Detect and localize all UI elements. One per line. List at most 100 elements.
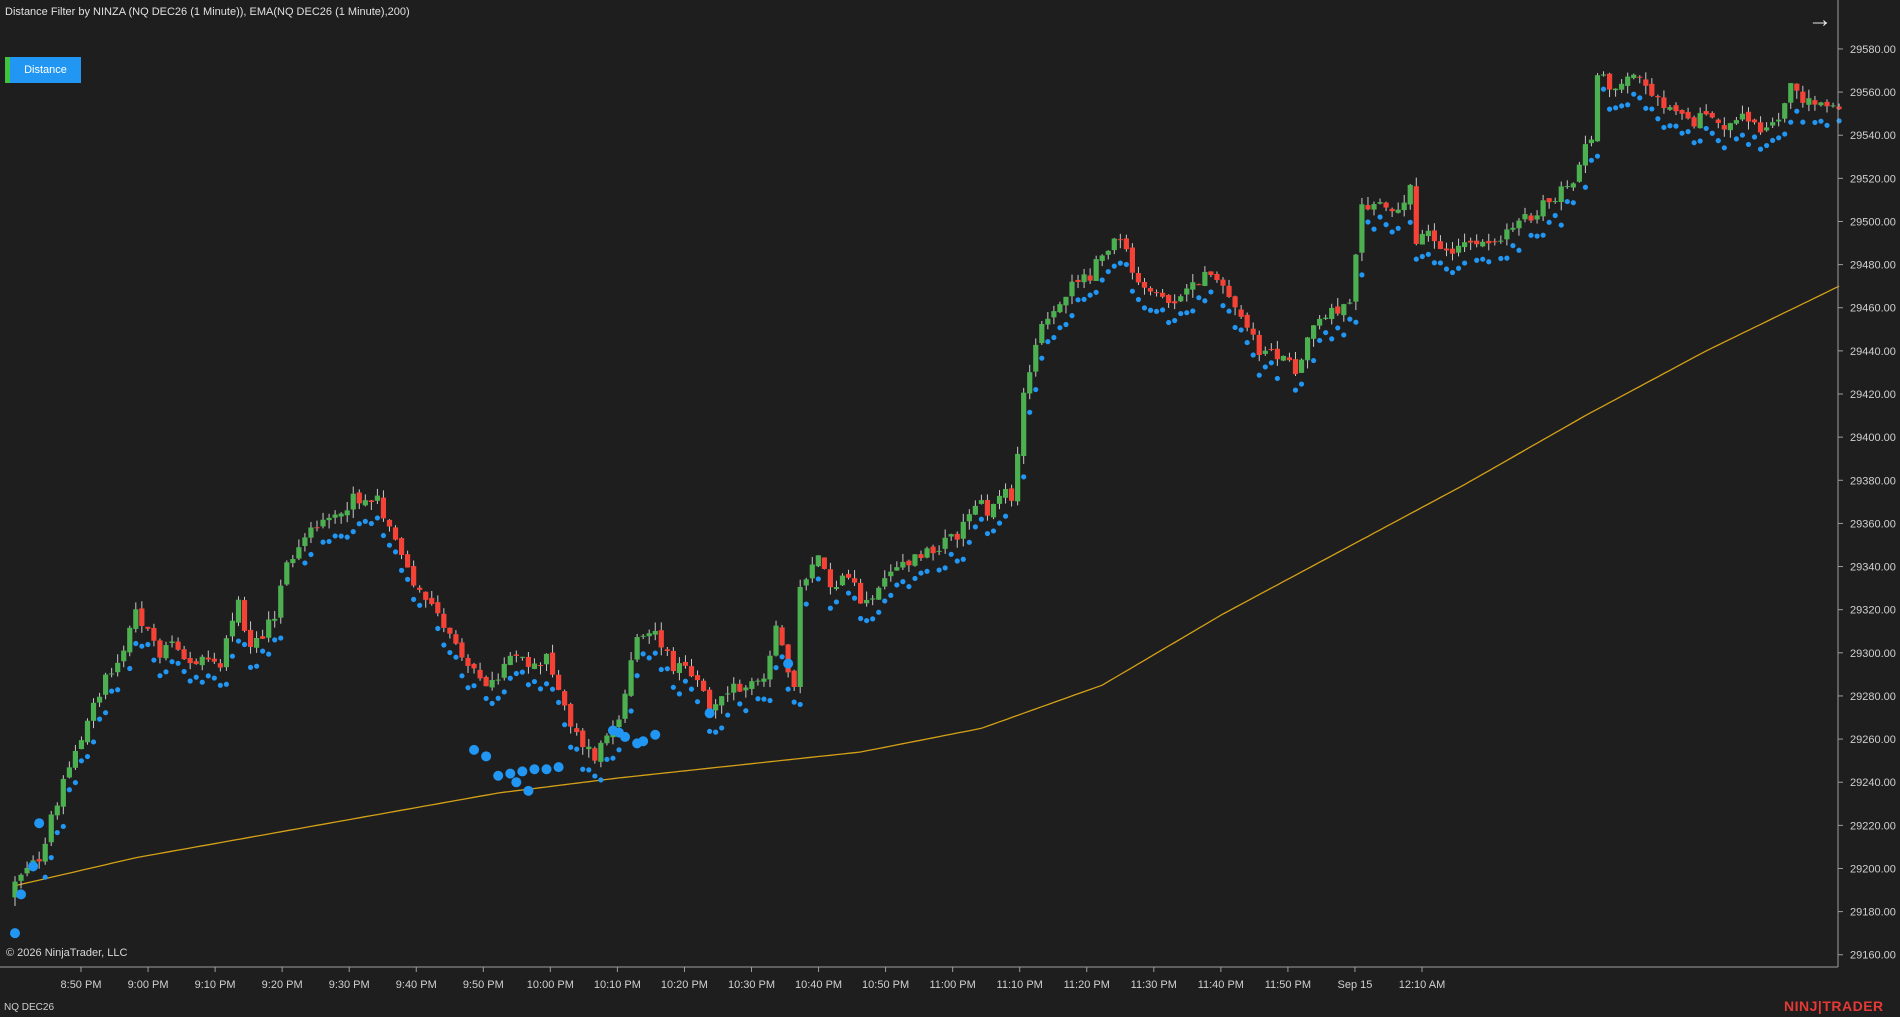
distance-dot — [942, 565, 948, 571]
distance-dot — [960, 556, 966, 562]
candle-body — [1250, 328, 1256, 335]
candle-body — [725, 693, 731, 695]
distance-dot — [1631, 91, 1637, 97]
distance-dot — [858, 615, 864, 622]
candle-body — [398, 538, 405, 555]
candle-body — [1160, 292, 1166, 297]
candle-body — [700, 680, 707, 691]
distance-dot — [1323, 329, 1329, 336]
x-tick-label: 11:20 PM — [1064, 979, 1110, 991]
candle-body — [882, 578, 888, 587]
candle-body — [1643, 79, 1649, 86]
candle-body — [1691, 117, 1697, 127]
candle-body — [1323, 317, 1329, 319]
distance-dot — [211, 675, 217, 681]
candle-body — [1534, 215, 1540, 220]
candle-body — [779, 627, 785, 646]
candle-body — [1045, 318, 1051, 325]
distance-dot — [773, 665, 779, 671]
candle-body — [755, 680, 761, 682]
distance-dot — [453, 654, 459, 660]
distance-dot — [785, 686, 791, 692]
candle-body — [1335, 306, 1341, 314]
distance-signal-dot — [783, 658, 794, 669]
y-tick-label: 29440.00 — [1850, 346, 1896, 358]
candle-body — [1365, 205, 1371, 210]
distance-signal-dot — [517, 766, 528, 777]
y-tick-label: 29320.00 — [1850, 605, 1896, 617]
distance-dot — [1039, 355, 1045, 361]
distance-dot — [1057, 325, 1063, 331]
candle-body — [1449, 248, 1456, 254]
distance-dot — [205, 673, 211, 679]
candle-body — [1292, 359, 1299, 375]
candle-body — [380, 497, 387, 519]
candle-body — [1619, 83, 1625, 90]
distance-dot — [1824, 122, 1830, 128]
candle-body — [127, 627, 133, 653]
candle-body — [507, 655, 513, 665]
candle-body — [1190, 282, 1196, 290]
distance-dot — [459, 673, 465, 679]
candle-body — [676, 663, 682, 673]
distance-signal-dot — [553, 762, 564, 773]
distance-dot — [1818, 118, 1824, 124]
distance-dot — [1027, 409, 1033, 415]
candle-body — [580, 730, 586, 748]
candle-body — [1015, 453, 1021, 502]
distance-dot — [241, 641, 248, 648]
distance-dot — [1099, 277, 1105, 283]
candle-body — [537, 665, 544, 667]
distance-dot — [1709, 130, 1715, 136]
candle-body — [1093, 259, 1099, 281]
distance-dot — [543, 681, 550, 687]
distance-toggle-button[interactable]: Distance — [5, 57, 81, 83]
candle-body — [429, 597, 435, 605]
distance-dot — [1153, 308, 1160, 314]
arrow-right-icon[interactable]: → — [1806, 8, 1834, 34]
distance-dot — [978, 516, 985, 522]
distance-dot — [145, 641, 151, 648]
distance-dot — [1178, 310, 1184, 317]
candle-body — [441, 613, 447, 628]
candle-body — [477, 669, 483, 679]
candle-body — [54, 805, 60, 816]
x-tick-label: 11:50 PM — [1265, 979, 1311, 991]
candle-body — [1317, 318, 1323, 326]
distance-dot — [1111, 263, 1117, 269]
distance-dot — [1081, 296, 1087, 302]
distance-signal-dot — [638, 736, 649, 747]
distance-dot — [1751, 134, 1758, 140]
distance-dot — [1594, 153, 1601, 159]
candle-body — [465, 657, 471, 666]
price-chart[interactable]: 29160.00 29180.00 29200.00 29220.00 29240.00… — [0, 0, 1900, 1017]
candle-body — [604, 735, 610, 744]
candle-body — [1141, 281, 1148, 288]
distance-dot — [556, 699, 562, 706]
candle-body — [586, 746, 592, 750]
candle-body — [356, 492, 362, 504]
distance-dot — [489, 700, 495, 707]
distance-dot — [1649, 106, 1655, 112]
distance-dot — [1733, 136, 1739, 142]
candle-body — [115, 662, 121, 673]
candle-body — [1709, 112, 1715, 118]
distance-dot — [616, 747, 622, 753]
distance-dot — [1510, 243, 1516, 249]
distance-dot — [676, 691, 683, 697]
y-tick-label: 29220.00 — [1850, 820, 1896, 832]
candle-body — [900, 561, 906, 568]
distance-dot — [1600, 86, 1607, 92]
candle-body — [1582, 144, 1588, 166]
candle-body — [1431, 230, 1437, 242]
x-tick-label: 10:50 PM — [862, 979, 909, 991]
x-tick-label: 10:20 PM — [661, 979, 708, 991]
candle-body — [193, 661, 199, 664]
candle-body — [1147, 288, 1154, 292]
distance-dot — [217, 682, 223, 688]
x-tick-label: 8:50 PM — [61, 979, 102, 991]
candle-body — [1111, 238, 1117, 251]
distance-dot — [90, 739, 97, 745]
distance-dot — [882, 598, 888, 604]
y-tick-label: 29280.00 — [1850, 691, 1896, 703]
